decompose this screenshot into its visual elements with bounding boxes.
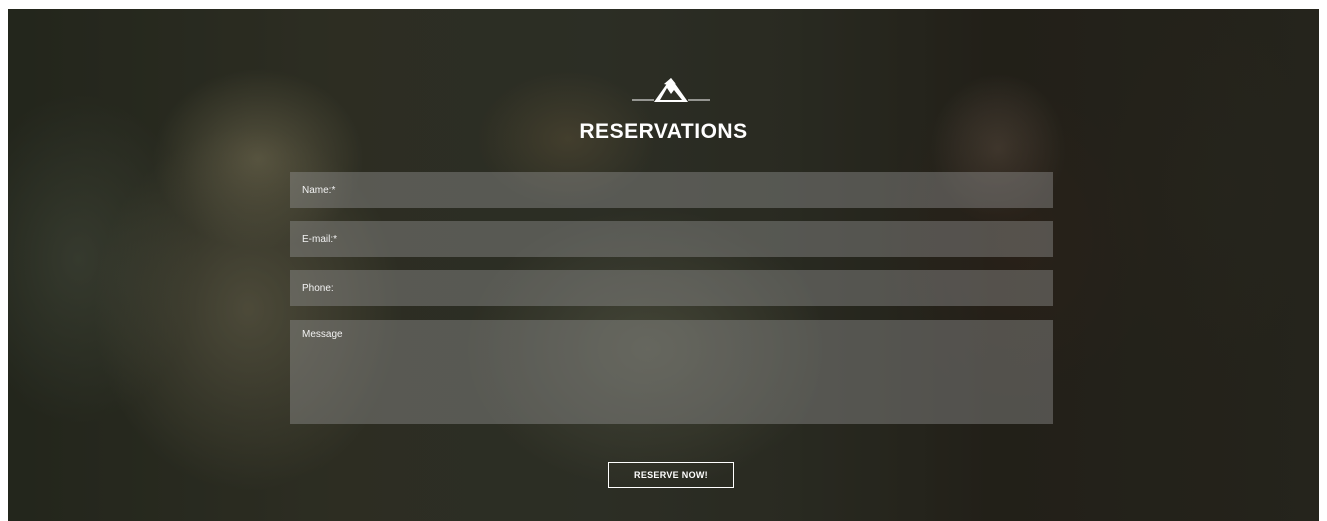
mountain-logo-icon [632,78,710,102]
name-field[interactable] [290,172,1053,208]
page-title: RESERVATIONS [579,120,748,143]
reserve-now-button[interactable]: RESERVE NOW! [608,462,734,488]
message-field[interactable] [290,320,1053,424]
email-field[interactable] [290,221,1053,257]
phone-field[interactable] [290,270,1053,306]
